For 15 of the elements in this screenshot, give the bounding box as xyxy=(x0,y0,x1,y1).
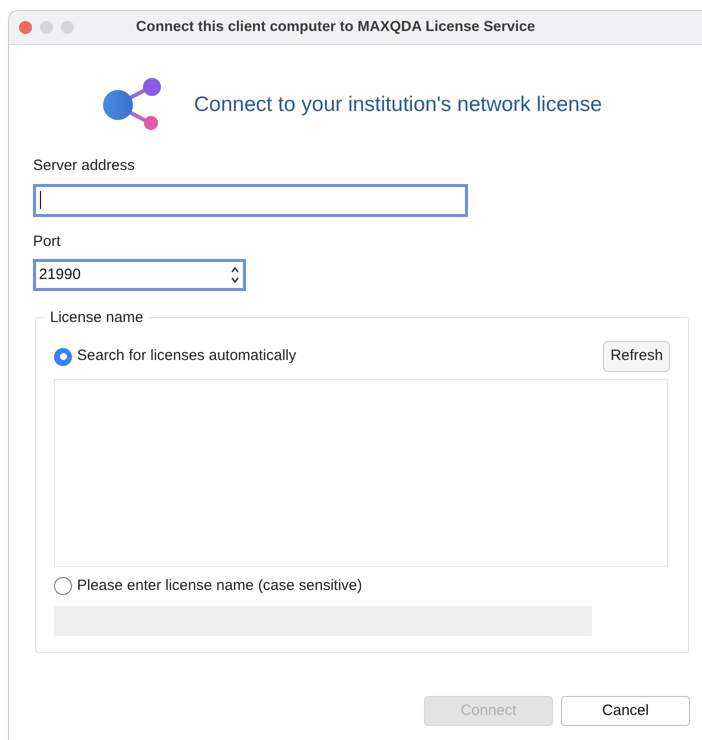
radio-button[interactable] xyxy=(54,348,72,366)
text-cursor xyxy=(40,191,41,209)
server-address-field[interactable] xyxy=(33,184,468,216)
radio-label[interactable]: Please enter license name (case sensitive) xyxy=(77,575,362,598)
heading: Connect to your institution's network license xyxy=(194,92,602,118)
close-icon[interactable] xyxy=(19,21,32,34)
radio-label[interactable]: Search for licenses automatically xyxy=(77,345,296,368)
refresh-button[interactable]: Refresh xyxy=(603,341,670,372)
radio-button[interactable] xyxy=(54,577,72,596)
field-label: Port xyxy=(33,232,62,252)
port-spinbox[interactable]: 21990 xyxy=(33,259,246,291)
field-label: Server address xyxy=(33,156,136,176)
share-nodes-icon xyxy=(100,77,164,133)
cancel-button[interactable]: Cancel xyxy=(561,696,690,726)
window-title: Connect this client computer to MAXQDA License Service xyxy=(136,18,536,37)
